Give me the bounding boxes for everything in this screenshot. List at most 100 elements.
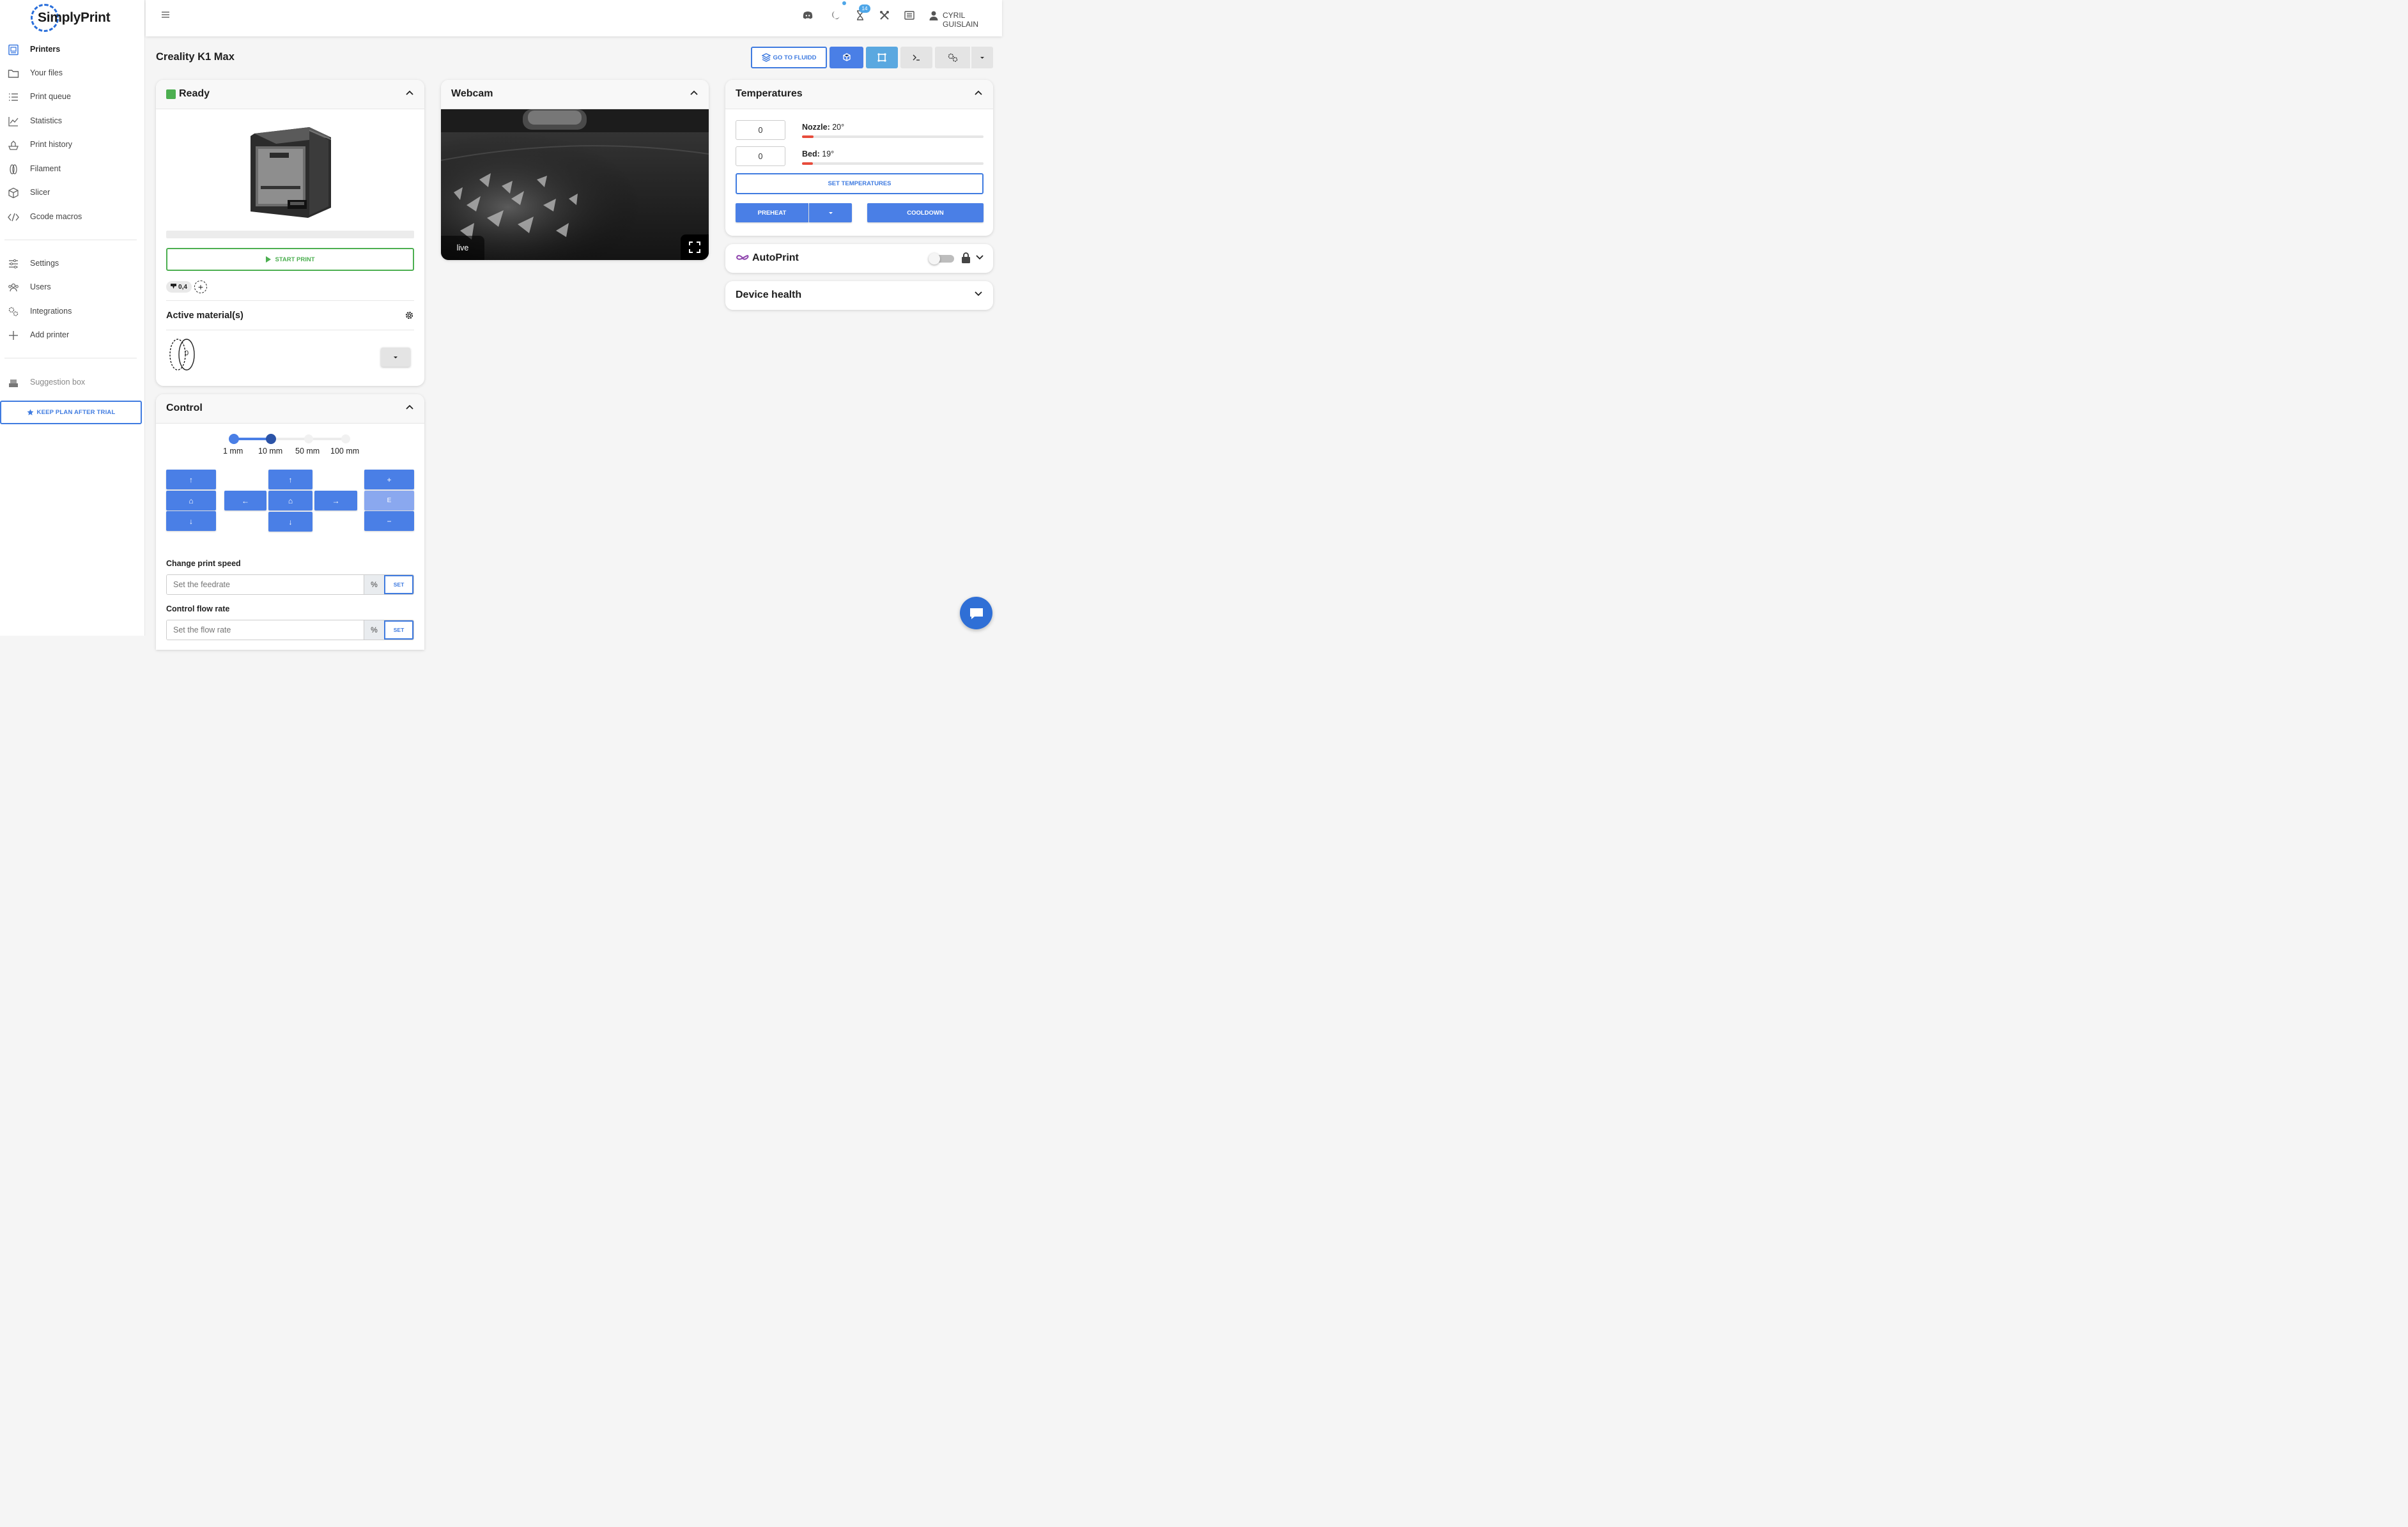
nozzle-label: Nozzle: bbox=[802, 123, 830, 132]
printer-icon bbox=[8, 44, 19, 56]
preheat-dropdown[interactable] bbox=[809, 203, 852, 222]
chevron-up-icon[interactable] bbox=[974, 89, 983, 98]
nozzle-temp-bar bbox=[802, 135, 984, 138]
sidebar-item-add-printer[interactable]: Add printer bbox=[0, 325, 145, 345]
newspaper-icon[interactable] bbox=[904, 10, 915, 21]
bed-temp-fill bbox=[802, 162, 814, 165]
sidebar-item-suggestion-box[interactable]: Suggestion box bbox=[0, 372, 145, 392]
feedrate-input[interactable] bbox=[167, 575, 364, 594]
z-up-button[interactable]: ↑ bbox=[166, 470, 216, 489]
tools-icon[interactable] bbox=[879, 10, 890, 21]
sidebar-item-users[interactable]: Users bbox=[0, 277, 145, 297]
sidebar-item-filament[interactable]: Filament bbox=[0, 158, 145, 179]
spool-icon bbox=[10, 164, 17, 174]
preheat-button[interactable]: PREHEAT bbox=[736, 203, 808, 222]
folder-icon bbox=[8, 70, 19, 78]
brand-logo[interactable]: SimplyPrint bbox=[31, 3, 111, 33]
more-options-dropdown[interactable] bbox=[971, 47, 993, 68]
z-home-button[interactable]: ⌂ bbox=[166, 491, 216, 510]
device-health-title: Device health bbox=[736, 289, 802, 300]
chevron-down-icon[interactable] bbox=[975, 252, 984, 261]
cube-icon bbox=[8, 187, 19, 199]
device-health-card[interactable]: Device health bbox=[725, 281, 993, 310]
card-header[interactable]: Temperatures bbox=[725, 80, 993, 109]
user-icon[interactable] bbox=[928, 10, 939, 21]
gear-icon[interactable] bbox=[405, 311, 414, 320]
chevron-up-icon[interactable] bbox=[405, 89, 414, 98]
gears-icon bbox=[8, 307, 19, 316]
home-icon: ⌂ bbox=[189, 496, 194, 505]
nozzle-size-badge[interactable]: 0,4 bbox=[166, 281, 192, 293]
step-50mm-dot[interactable] bbox=[304, 434, 313, 443]
set-feedrate-button[interactable]: SET bbox=[384, 575, 413, 594]
user-name[interactable]: CYRIL GUISLAIN bbox=[943, 11, 1002, 29]
chevron-up-icon[interactable] bbox=[690, 89, 698, 98]
plus-icon: + bbox=[197, 282, 204, 292]
set-flow-rate-button[interactable]: SET bbox=[384, 620, 413, 640]
sidebar-item-statistics[interactable]: Statistics bbox=[0, 111, 145, 131]
notification-badge: 14 bbox=[859, 4, 870, 13]
go-to-fluidd-button[interactable]: GO TO FLUIDD bbox=[751, 47, 827, 68]
print-progress-bar bbox=[166, 231, 414, 238]
cooldown-button[interactable]: COOLDOWN bbox=[867, 203, 984, 222]
code-icon bbox=[8, 213, 19, 222]
nozzle-target-input[interactable] bbox=[736, 120, 785, 140]
keep-plan-button[interactable]: KEEP PLAN AFTER TRIAL bbox=[0, 401, 142, 424]
filament-spool[interactable]: 0 bbox=[169, 338, 197, 371]
material-dropdown[interactable] bbox=[381, 348, 410, 367]
step-10mm-handle[interactable] bbox=[266, 434, 276, 444]
menu-icon[interactable] bbox=[161, 10, 170, 19]
sidebar-item-settings[interactable]: Settings bbox=[0, 253, 145, 273]
sidebar-item-label: Users bbox=[30, 282, 51, 291]
sidebar-item-printers[interactable]: Printers bbox=[0, 39, 145, 59]
step-option[interactable]: 50 mm bbox=[295, 447, 320, 456]
x-minus-button[interactable]: ← bbox=[224, 491, 266, 510]
step-option[interactable]: 10 mm bbox=[258, 447, 282, 456]
set-temperatures-button[interactable]: SET TEMPERATURES bbox=[736, 173, 984, 194]
printer-view-button[interactable] bbox=[830, 47, 863, 68]
step-option[interactable]: 100 mm bbox=[330, 447, 359, 456]
card-header[interactable]: Control bbox=[156, 394, 424, 424]
sidebar-item-integrations[interactable]: Integrations bbox=[0, 301, 145, 321]
step-1mm-dot[interactable] bbox=[229, 434, 239, 444]
z-down-button[interactable]: ↓ bbox=[166, 511, 216, 531]
add-tool-button[interactable]: + bbox=[194, 280, 207, 293]
flow-rate-input[interactable] bbox=[167, 620, 364, 640]
terminal-button[interactable] bbox=[900, 47, 932, 68]
caret-down-icon bbox=[828, 212, 833, 214]
inbox-icon bbox=[9, 380, 18, 387]
lock-icon[interactable] bbox=[961, 252, 971, 263]
sidebar-item-slicer[interactable]: Slicer bbox=[0, 182, 145, 203]
chevron-up-icon[interactable] bbox=[405, 403, 414, 412]
plus-icon: + bbox=[387, 475, 392, 484]
start-print-button[interactable]: START PRINT bbox=[166, 248, 414, 271]
bed-target-input[interactable] bbox=[736, 146, 785, 166]
chevron-down-icon[interactable] bbox=[974, 289, 983, 298]
x-plus-button[interactable]: → bbox=[314, 491, 357, 510]
y-plus-button[interactable]: ↑ bbox=[268, 470, 313, 489]
bed-view-button[interactable] bbox=[866, 47, 898, 68]
card-header[interactable]: Ready bbox=[156, 80, 424, 109]
autoprint-toggle[interactable] bbox=[929, 253, 954, 265]
extrude-button[interactable]: + bbox=[364, 470, 414, 489]
autoprint-card[interactable]: AutoPrint bbox=[725, 244, 993, 273]
sidebar-item-files[interactable]: Your files bbox=[0, 63, 145, 83]
sidebar-item-print-queue[interactable]: Print queue bbox=[0, 86, 145, 107]
webcam-title: Webcam bbox=[451, 88, 493, 99]
y-minus-button[interactable]: ↓ bbox=[268, 512, 313, 532]
step-100mm-dot[interactable] bbox=[341, 434, 350, 443]
webcam-card: Webcam live bbox=[441, 80, 709, 260]
support-chat-button[interactable] bbox=[960, 597, 992, 629]
nozzle-readout: Nozzle: 20° bbox=[802, 123, 844, 132]
sidebar-item-print-history[interactable]: Print history bbox=[0, 134, 145, 155]
card-header[interactable]: Webcam bbox=[441, 80, 709, 109]
printer-settings-button[interactable] bbox=[935, 47, 970, 68]
discord-icon[interactable] bbox=[802, 10, 814, 21]
fullscreen-button[interactable] bbox=[681, 234, 709, 260]
flow-rate-label: Control flow rate bbox=[166, 604, 230, 613]
step-option[interactable]: 1 mm bbox=[223, 447, 243, 456]
moon-icon[interactable] bbox=[830, 10, 841, 21]
sidebar-item-gcode-macros[interactable]: Gcode macros bbox=[0, 206, 145, 227]
retract-button[interactable]: − bbox=[364, 511, 414, 531]
xy-home-button[interactable]: ⌂ bbox=[268, 491, 313, 510]
